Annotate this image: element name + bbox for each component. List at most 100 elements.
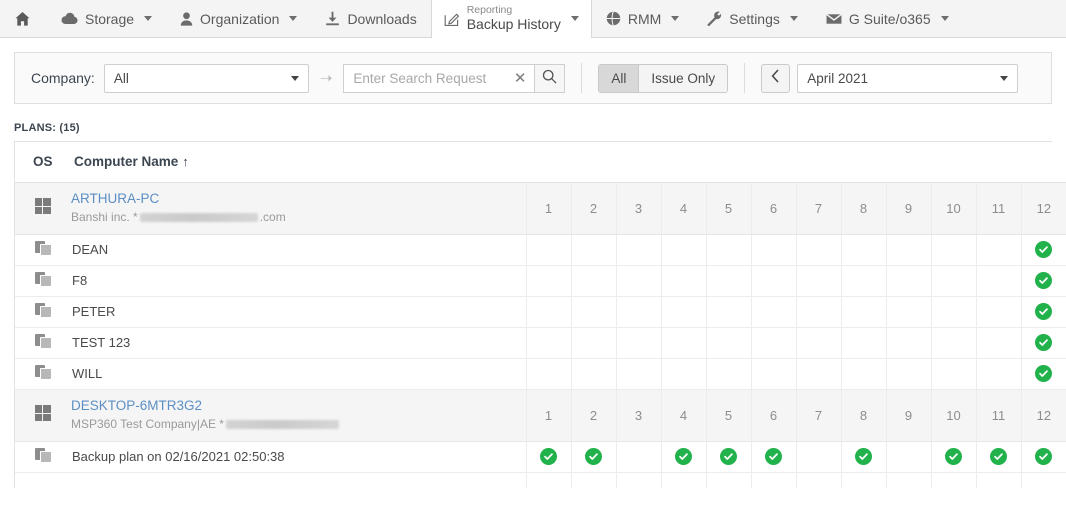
day-cell-6 [750,265,796,297]
day-cell-12[interactable] [1020,265,1066,297]
filter-segment-all[interactable]: All [599,64,639,92]
chevron-down-icon [289,16,298,21]
column-header-computer-name-label: Computer Name [74,154,179,170]
day-cell-4[interactable] [660,441,706,473]
account-prefix: Banshi inc. * [71,209,138,224]
month-select-value: April 2021 [807,70,868,86]
day-cell-8 [840,296,886,328]
computer-name-link[interactable]: ARTHURA-PC [71,190,526,208]
day-cell-7 [795,296,841,328]
top-navbar: Storage Organization Downloads Reporting… [0,0,1066,38]
day-cell-8[interactable] [840,441,886,473]
day-cell-1 [525,265,571,297]
status-success-icon [1035,448,1053,466]
search-input-wrap[interactable]: ✕ [343,63,535,93]
nav-item-rmm[interactable]: RMM [592,0,693,37]
day-cell-10[interactable] [930,441,976,473]
backup-plan-icon [34,302,52,318]
plan-row: DEAN [15,234,1066,266]
arrow-right-icon: ➝ [319,69,333,87]
os-cell [15,234,71,266]
day-cell-11: 11 [975,389,1021,442]
day-cell-2 [570,472,616,488]
day-cell-2 [570,327,616,359]
edit-icon [444,11,460,27]
nav-tab-main-label: Backup History [466,16,561,33]
nav-item-storage-label: Storage [85,10,135,27]
nav-item-organization[interactable]: Organization [166,0,311,37]
day-cell-9: 9 [885,389,931,442]
filter-segment-issue-only[interactable]: Issue Only [638,64,728,92]
day-cell-1[interactable] [525,441,571,473]
home-icon [14,11,31,27]
computer-name-link[interactable]: DESKTOP-6MTR3G2 [71,397,526,415]
day-cell-11 [975,234,1021,266]
chevron-down-icon [1000,75,1009,81]
user-icon [180,11,193,26]
day-cell-10 [930,234,976,266]
day-cell-11: 11 [975,182,1021,235]
day-cell-5 [705,358,751,390]
plan-name-label: DEAN [72,242,109,257]
company-select[interactable]: All [103,63,309,93]
envelope-icon [825,13,842,25]
os-cell [15,296,71,328]
day-cell-5[interactable] [705,441,751,473]
day-cell-6[interactable] [750,441,796,473]
day-cell-12[interactable] [1020,234,1066,266]
name-cell: Backup plan on 02/16/2021 02:50:38 [71,441,526,473]
previous-month-button[interactable] [761,63,791,93]
close-icon[interactable]: ✕ [512,71,529,86]
redacted-email [225,419,339,429]
day-cell-12[interactable] [1020,296,1066,328]
day-cell-2: 2 [570,182,616,235]
search-group: ✕ [343,63,566,93]
nav-item-reporting-backup-history[interactable]: Reporting Backup History [430,0,592,38]
os-cell [15,441,71,473]
nav-item-settings[interactable]: Settings [693,0,812,37]
os-cell [15,182,71,235]
day-cell-1 [525,472,571,488]
day-cell-4 [660,234,706,266]
nav-tab-sub-label: Reporting [466,4,513,17]
day-cell-1 [525,358,571,390]
status-success-icon [765,448,782,466]
day-cell-9: 9 [885,182,931,235]
column-header-computer-name[interactable]: Computer Name ↑ [71,142,1066,183]
plan-row: Backup plan on 02/16/2021 02:50:38 [15,441,1066,473]
nav-item-gsuite-o365[interactable]: G Suite/o365 [812,0,963,37]
plan-name-label: TEST 123 [72,335,131,350]
search-button[interactable] [534,63,566,93]
month-select[interactable]: April 2021 [797,63,1019,93]
search-input[interactable] [353,70,512,86]
name-cell: WILL [71,358,526,390]
nav-item-downloads[interactable]: Downloads [311,0,430,37]
day-cell-12[interactable] [1020,358,1066,390]
day-cell-8 [840,327,886,359]
day-cell-2[interactable] [570,441,616,473]
day-cell-11[interactable] [975,441,1021,473]
day-cell-11 [975,265,1021,297]
day-cell-10 [930,358,976,390]
day-cell-10: 10 [930,389,976,442]
day-cell-3 [615,441,661,473]
account-suffix: .com [259,209,286,224]
os-cell [15,389,71,442]
day-cell-3 [615,327,661,359]
chevron-down-icon [789,16,798,21]
day-cell-4: 4 [660,389,706,442]
globe-icon [606,11,621,26]
backup-history-table-wrap: OS Computer Name ↑ ARTHURA-PC Banshi inc. … [14,141,1066,488]
day-cell-4: 4 [660,182,706,235]
nav-item-storage[interactable]: Storage [47,0,166,37]
day-cell-4 [660,358,706,390]
nav-item-settings-label: Settings [729,10,780,27]
column-header-os[interactable]: OS [15,142,71,183]
nav-item-home[interactable] [0,0,47,37]
issue-filter-segmented: All Issue Only [598,63,729,93]
day-cell-12[interactable] [1020,327,1066,359]
backup-plan-icon [34,240,52,256]
day-cell-2: 2 [570,389,616,442]
day-cell-3 [615,358,661,390]
day-cell-12[interactable] [1020,441,1066,473]
